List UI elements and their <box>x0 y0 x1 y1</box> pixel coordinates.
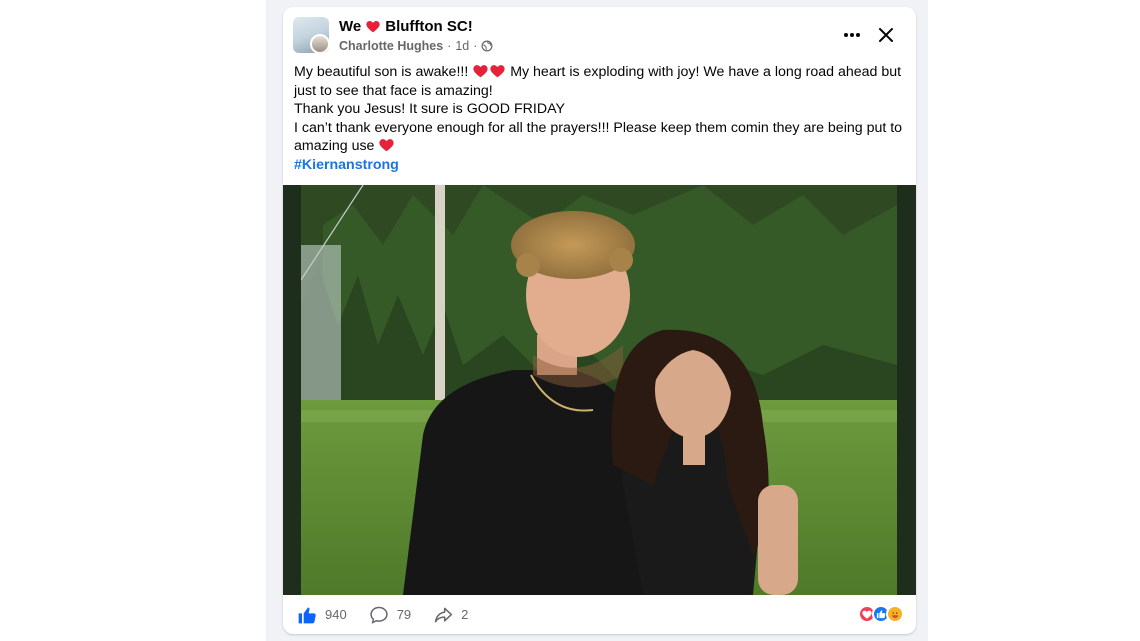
photo-image <box>283 185 916 595</box>
comment-count: 79 <box>396 607 412 622</box>
close-button[interactable] <box>874 23 898 47</box>
group-avatar[interactable] <box>293 17 329 53</box>
meta-separator: · <box>447 39 452 53</box>
share-count: 2 <box>461 607 469 622</box>
close-icon <box>879 28 893 42</box>
post-text: My beautiful son is awake!!! My heart is… <box>283 59 916 175</box>
hashtag-link[interactable]: #Kiernanstrong <box>294 157 399 173</box>
red-heart-emoji-icon <box>379 139 395 152</box>
more-options-button[interactable] <box>840 25 864 45</box>
care-reaction-icon <box>886 605 904 623</box>
post-time[interactable]: 1d <box>455 39 469 53</box>
heart-icon <box>366 20 380 33</box>
reaction-summary[interactable] <box>858 605 904 623</box>
group-name-suffix: Bluffton SC! <box>385 18 473 35</box>
post-text-line2: Thank you Jesus! It sure is GOOD FRIDAY <box>294 101 565 118</box>
red-heart-emoji-icon <box>490 65 505 78</box>
comment-button[interactable]: 79 <box>369 605 411 625</box>
thumbs-up-icon <box>298 607 316 623</box>
post-text-line3: I can’t thank everyone enough for all th… <box>294 119 905 156</box>
post-card: We Bluffton SC! Charlotte Hughes · 1d · … <box>283 7 916 634</box>
group-name-prefix: We <box>339 18 362 35</box>
globe-icon <box>481 40 493 52</box>
post-photo[interactable] <box>283 185 916 595</box>
post-header: We Bluffton SC! Charlotte Hughes · 1d · <box>283 7 916 59</box>
share-icon <box>434 607 453 622</box>
group-name[interactable]: We Bluffton SC! <box>339 18 473 35</box>
more-icon <box>844 33 860 37</box>
post-footer: 940 79 2 <box>283 595 916 634</box>
author-avatar[interactable] <box>310 34 329 53</box>
like-button[interactable]: 940 <box>297 605 347 625</box>
meta-separator: · <box>473 39 478 53</box>
post-meta: Charlotte Hughes · 1d · <box>339 39 493 53</box>
comment-icon <box>370 606 388 624</box>
post-text-line1: My beautiful son is awake!!! My heart is… <box>294 63 905 100</box>
share-button[interactable]: 2 <box>433 605 468 625</box>
author-name[interactable]: Charlotte Hughes <box>339 39 443 53</box>
red-heart-emoji-icon <box>473 65 488 78</box>
text-segment: My beautiful son is awake!!! <box>294 64 469 80</box>
like-count: 940 <box>325 607 347 622</box>
